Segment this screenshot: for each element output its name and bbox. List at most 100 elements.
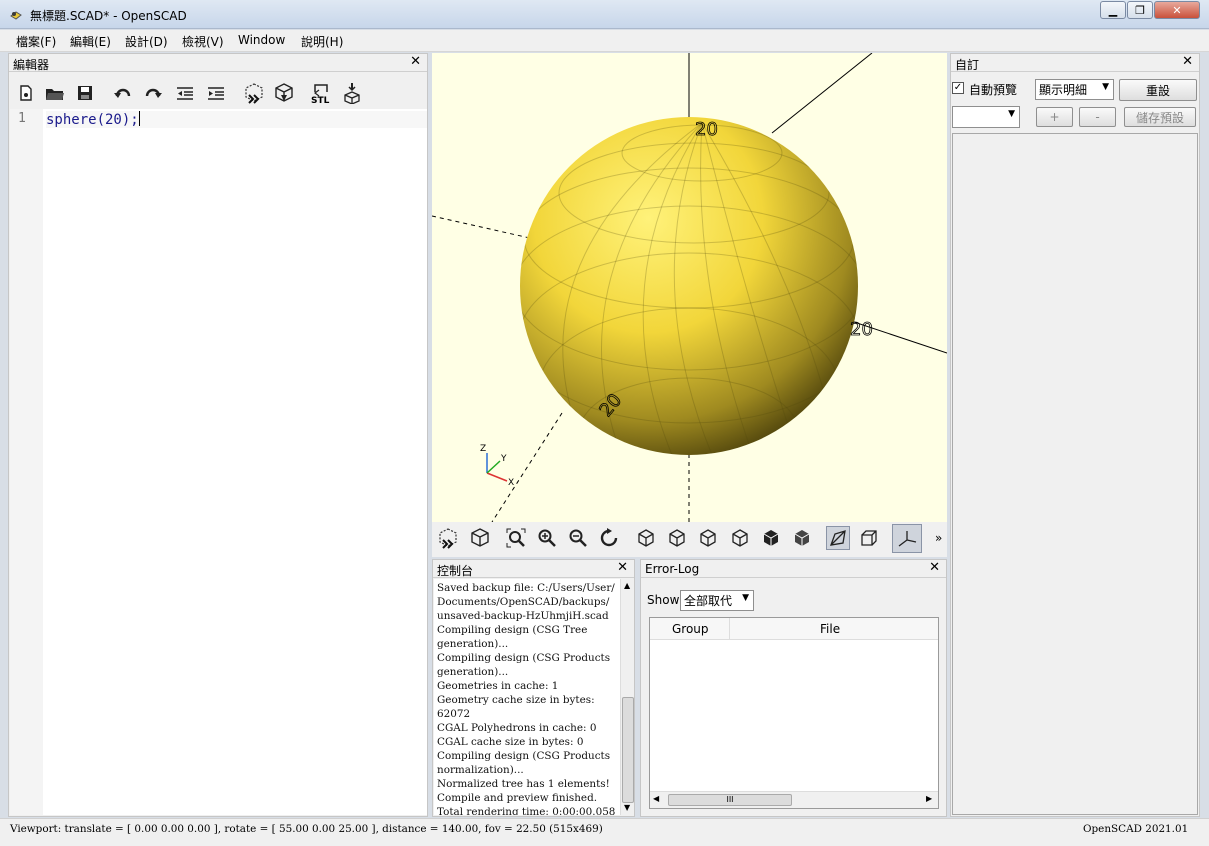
view-bottom-button[interactable]: [696, 526, 720, 550]
view-all-button[interactable]: [504, 526, 528, 550]
toolbar-overflow-icon[interactable]: »: [935, 531, 942, 545]
code-text: sphere(20);: [46, 112, 139, 128]
3d-viewport[interactable]: 20 20 20 Z X Y: [432, 53, 947, 522]
auto-preview-checkbox[interactable]: ✓: [952, 82, 964, 94]
error-table-header: Group File: [650, 618, 938, 640]
menu-edit[interactable]: 編輯(E): [70, 33, 111, 50]
redo-button[interactable]: [141, 81, 165, 105]
close-console-icon[interactable]: ✕: [617, 560, 628, 575]
menu-file[interactable]: 檔案(F): [16, 33, 56, 50]
console-line: generation)...: [437, 638, 509, 650]
view-render-button[interactable]: [468, 526, 492, 550]
customizer-parameters-area[interactable]: [952, 133, 1198, 815]
minimize-button[interactable]: ▁: [1100, 1, 1126, 19]
error-table[interactable]: Group File ◀ III ▶: [649, 617, 939, 809]
scroll-left-icon[interactable]: ◀: [653, 794, 659, 803]
customizer-panel: 自訂 ✕ ✓ 自動預覽 顯示明細 ▼ 重設 ▼ + - 儲存預設: [950, 53, 1200, 817]
error-hscrollbar[interactable]: ◀ III ▶: [650, 791, 938, 808]
axis-indicator: Z X Y: [480, 444, 514, 488]
restore-icon: ❐: [1135, 3, 1145, 17]
code-editor[interactable]: 1 sphere(20);: [10, 109, 427, 815]
reset-view-button[interactable]: [597, 526, 621, 550]
checkmark-icon: ✓: [953, 82, 963, 93]
text-cursor: [138, 111, 140, 126]
indent-icon: [208, 87, 224, 100]
undo-button[interactable]: [111, 81, 135, 105]
detail-select[interactable]: 顯示明細 ▼: [1035, 79, 1114, 100]
zoom-out-button[interactable]: [566, 526, 590, 550]
scroll-right-icon[interactable]: ▶: [926, 794, 932, 803]
cube-left-icon: [732, 529, 748, 547]
indent-button[interactable]: [204, 81, 228, 105]
remove-preset-button[interactable]: -: [1079, 107, 1116, 127]
menu-view[interactable]: 檢視(V): [182, 33, 224, 50]
cube-back-icon: [794, 530, 810, 546]
render-button[interactable]: [272, 81, 296, 105]
scroll-up-icon[interactable]: ▲: [624, 581, 630, 590]
error-filter-select[interactable]: 全部取代 ▼: [680, 590, 754, 611]
print-3d-icon: [344, 83, 360, 104]
add-preset-button[interactable]: +: [1036, 107, 1073, 127]
version-label: OpenSCAD 2021.01: [1083, 823, 1189, 835]
console-line: Geometries in cache: 1: [437, 680, 559, 692]
column-group[interactable]: Group: [672, 622, 709, 636]
orthogonal-button[interactable]: [857, 526, 881, 550]
open-file-button[interactable]: [43, 81, 67, 105]
code-line[interactable]: sphere(20);: [46, 111, 427, 128]
y-axis-label: Y: [500, 454, 507, 464]
svg-text:STL: STL: [311, 96, 330, 104]
zoom-in-button[interactable]: [535, 526, 559, 550]
menu-bar: 檔案(F) 編輯(E) 設計(D) 檢視(V) Window 說明(H): [0, 30, 1209, 52]
chevron-down-icon: ▼: [1008, 109, 1015, 119]
reset-button[interactable]: 重設: [1119, 79, 1197, 101]
undo-icon: [114, 88, 131, 98]
show-axes-button[interactable]: [892, 524, 922, 553]
scroll-down-icon[interactable]: ▼: [624, 803, 630, 812]
perspective-button[interactable]: [826, 526, 850, 550]
console-line: CGAL cache size in bytes: 0: [437, 736, 584, 748]
maximize-button[interactable]: ❐: [1127, 1, 1153, 19]
new-file-button[interactable]: [14, 81, 38, 105]
chevron-down-icon: ▼: [742, 593, 749, 603]
save-preset-button[interactable]: 儲存預設: [1124, 107, 1196, 127]
close-editor-icon[interactable]: ✕: [410, 54, 421, 69]
close-window-button[interactable]: ✕: [1154, 1, 1200, 19]
show-label: Show: [647, 593, 680, 607]
view-front-button[interactable]: [759, 526, 783, 550]
redo-icon: [145, 88, 162, 98]
console-scrollbar[interactable]: ▲ ▼: [620, 579, 634, 815]
sphere-model: [520, 117, 858, 455]
view-left-button[interactable]: [728, 526, 752, 550]
editor-title-bar: 編輯器 ✕: [9, 54, 427, 72]
scroll-grip: III: [726, 795, 734, 804]
menu-window[interactable]: Window: [238, 33, 285, 47]
menu-help[interactable]: 說明(H): [301, 33, 343, 50]
customizer-title: 自訂: [955, 58, 980, 72]
console-line: Geometry cache size in bytes: 62072: [437, 694, 595, 720]
export-stl-button[interactable]: STL: [310, 81, 334, 105]
view-top-button[interactable]: [665, 526, 689, 550]
column-file[interactable]: File: [820, 622, 840, 636]
console-title-bar: 控制台 ✕: [433, 560, 634, 578]
error-scroll-thumb[interactable]: III: [668, 794, 792, 806]
console-output[interactable]: Saved backup file: C:/Users/User/ Docume…: [434, 579, 620, 815]
view-right-button[interactable]: [634, 526, 658, 550]
preview-button[interactable]: [242, 81, 266, 105]
preset-select[interactable]: ▼: [952, 106, 1020, 128]
close-customizer-icon[interactable]: ✕: [1182, 54, 1193, 69]
view-back-button[interactable]: [790, 526, 814, 550]
save-button[interactable]: [73, 81, 97, 105]
axes-icon: [898, 530, 917, 547]
close-error-log-icon[interactable]: ✕: [929, 560, 940, 575]
menu-design[interactable]: 設計(D): [125, 33, 168, 50]
error-filter-value: 全部取代: [684, 594, 733, 608]
send-to-print-button[interactable]: [340, 81, 364, 105]
console-panel: 控制台 ✕ Saved backup file: C:/Users/User/ …: [432, 559, 635, 817]
cube-bottom-icon: [700, 529, 716, 547]
z-axis-label: Z: [480, 444, 486, 454]
view-preview-button[interactable]: [436, 526, 460, 550]
detail-value: 顯示明細: [1039, 83, 1088, 97]
console-scroll-thumb[interactable]: [622, 697, 634, 803]
unindent-button[interactable]: [173, 81, 197, 105]
viewport-info: Viewport: translate = [ 0.00 0.00 0.00 ]…: [10, 823, 603, 835]
